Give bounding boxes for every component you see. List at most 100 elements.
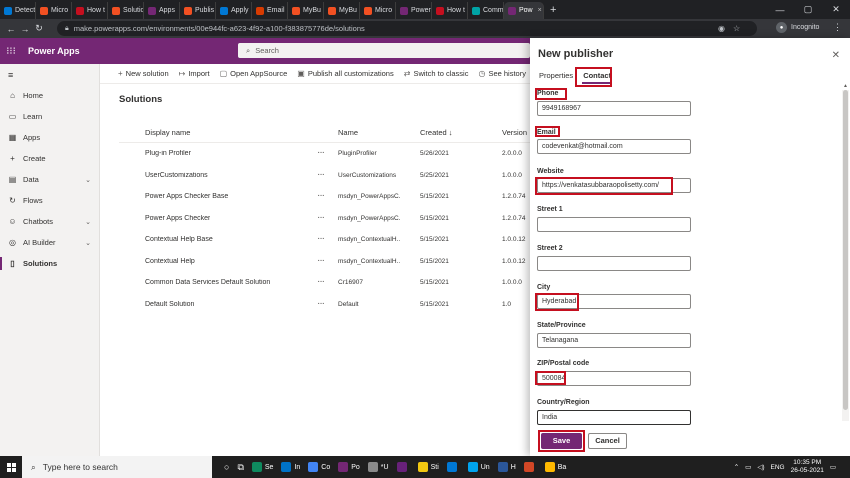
command-open-appsource[interactable]: ▢ Open AppSource xyxy=(220,69,288,78)
cortana-icon[interactable]: ○ xyxy=(220,456,233,478)
more-options-icon[interactable]: ··· xyxy=(317,298,324,309)
browser-menu-icon[interactable]: ⋮ xyxy=(833,22,842,33)
network-icon[interactable]: ▭ xyxy=(745,463,751,471)
chevron-down-icon[interactable]: ⌄ xyxy=(85,218,91,226)
taskbar-app[interactable] xyxy=(443,456,464,478)
taskbar-search-input[interactable]: ⌕ Type here to search xyxy=(22,456,212,478)
bookmark-star-icon[interactable]: ☆ xyxy=(733,24,740,33)
chevron-down-icon[interactable]: ⌄ xyxy=(85,239,91,247)
tray-chevron-icon[interactable]: ⌃ xyxy=(734,463,739,471)
nav-item-data[interactable]: ▤ Data ⌄ xyxy=(0,169,99,190)
more-options-icon[interactable]: ··· xyxy=(317,147,324,158)
more-options-icon[interactable]: ··· xyxy=(317,169,324,180)
table-row[interactable]: Default Solution ··· Default 5/15/2021 1.0 xyxy=(100,294,530,315)
taskbar-app[interactable]: In xyxy=(277,456,304,478)
browser-tab[interactable]: Power× xyxy=(396,2,432,19)
browser-tab[interactable]: Publis× xyxy=(180,2,216,19)
solution-display-name[interactable]: Common Data Services Default Solution xyxy=(145,279,270,286)
reload-icon[interactable]: ↻ xyxy=(32,23,46,34)
more-options-icon[interactable]: ··· xyxy=(317,190,324,201)
chevron-down-icon[interactable]: ⌄ xyxy=(85,176,91,184)
solution-display-name[interactable]: Plug-in Profiler xyxy=(145,150,191,157)
nav-item-home[interactable]: ⌂ Home xyxy=(0,85,99,106)
forward-icon[interactable]: → xyxy=(18,24,32,34)
street2-field[interactable] xyxy=(537,256,691,271)
app-launcher-icon[interactable]: ⁝⁝⁝ xyxy=(0,46,22,57)
eye-off-icon[interactable]: ◉ xyxy=(718,24,725,33)
nav-item-create[interactable]: + Create xyxy=(0,148,99,169)
new-tab-button[interactable]: + xyxy=(544,4,562,16)
solution-display-name[interactable]: Default Solution xyxy=(145,301,194,308)
solution-display-name[interactable]: Power Apps Checker Base xyxy=(145,193,228,200)
scroll-up-icon[interactable]: ▲ xyxy=(842,83,849,89)
maximize-icon[interactable]: ▢ xyxy=(794,4,822,15)
back-icon[interactable]: ← xyxy=(4,24,18,34)
command-publish-all-customizations[interactable]: ▣ Publish all customizations xyxy=(297,69,393,78)
table-row[interactable]: Power Apps Checker ··· msdyn_PowerAppsC...… xyxy=(100,208,530,229)
table-row[interactable]: Power Apps Checker Base ··· msdyn_PowerApp… xyxy=(100,186,530,207)
close-icon[interactable]: ✕ xyxy=(832,50,840,61)
nav-item-flows[interactable]: ↻ Flows xyxy=(0,190,99,211)
table-row[interactable]: Contextual Help Base ··· msdyn_ContextualH… xyxy=(100,229,530,250)
nav-item-ai-builder[interactable]: ◎ AI Builder ⌄ xyxy=(0,232,99,253)
phone-field[interactable]: 9949168967 xyxy=(537,101,691,116)
url-input[interactable]: 🔒︎ make.powerapps.com/environments/00e94… xyxy=(57,21,757,36)
table-row[interactable]: Common Data Services Default Solution ···… xyxy=(100,272,530,293)
solution-display-name[interactable]: Contextual Help xyxy=(145,258,195,265)
solution-display-name[interactable]: Contextual Help Base xyxy=(145,236,213,243)
nav-item-apps[interactable]: ▦ Apps xyxy=(0,127,99,148)
browser-tab[interactable]: Email× xyxy=(252,2,288,19)
command-new-solution[interactable]: + New solution xyxy=(118,69,169,78)
minimize-icon[interactable]: — xyxy=(766,5,794,15)
hamburger-icon[interactable]: ≡ xyxy=(0,64,99,85)
scroll-thumb[interactable] xyxy=(843,90,848,410)
browser-tab[interactable]: Micro× xyxy=(36,2,72,19)
notification-icon[interactable]: ▭ xyxy=(830,463,836,471)
taskbar-app[interactable] xyxy=(520,456,541,478)
close-window-icon[interactable]: ✕ xyxy=(822,4,850,15)
command-switch-to-classic[interactable]: ⇄ Switch to classic xyxy=(404,69,469,78)
taskbar-app[interactable]: Se xyxy=(248,456,278,478)
app-name[interactable]: Power Apps xyxy=(28,46,80,56)
browser-tab[interactable]: Solutio× xyxy=(108,2,144,19)
table-row[interactable]: Contextual Help ··· msdyn_ContextualH... 5/… xyxy=(100,251,530,272)
more-options-icon[interactable]: ··· xyxy=(317,212,324,223)
country-field[interactable]: India xyxy=(537,410,691,425)
taskbar-app[interactable]: Co xyxy=(304,456,334,478)
browser-tab[interactable]: Detect× xyxy=(0,2,36,19)
nav-item-solutions[interactable]: ▯ Solutions xyxy=(0,253,99,274)
browser-tab[interactable]: MyBu× xyxy=(288,2,324,19)
tab-properties[interactable]: Properties xyxy=(538,71,574,84)
taskbar-app[interactable]: Ba xyxy=(541,456,571,478)
taskbar-app[interactable]: Un xyxy=(464,456,494,478)
solution-display-name[interactable]: Power Apps Checker xyxy=(145,215,210,222)
taskbar-app[interactable]: *U xyxy=(364,456,393,478)
taskbar-app[interactable]: Sti xyxy=(414,456,443,478)
task-view-icon[interactable]: ⧉ xyxy=(233,456,247,478)
start-button[interactable] xyxy=(0,462,22,472)
volume-icon[interactable]: ◁) xyxy=(757,463,764,471)
browser-tab[interactable]: Apply× xyxy=(216,2,252,19)
cancel-button[interactable]: Cancel xyxy=(588,433,627,449)
email-field[interactable]: codevenkat@hotmail.com xyxy=(537,139,691,154)
incognito-badge[interactable]: ● Incognito xyxy=(776,22,819,33)
browser-tab[interactable]: Apps× xyxy=(144,2,180,19)
more-options-icon[interactable]: ··· xyxy=(317,276,324,287)
command-see-history[interactable]: ◷ See history xyxy=(478,69,526,78)
tab-close-icon[interactable]: × xyxy=(538,7,542,14)
more-options-icon[interactable]: ··· xyxy=(317,255,324,266)
command-import[interactable]: ↦ Import xyxy=(179,69,210,78)
nav-item-learn[interactable]: ▭ Learn xyxy=(0,106,99,127)
browser-tab[interactable]: MyBu× xyxy=(324,2,360,19)
taskbar-app[interactable]: Po xyxy=(334,456,364,478)
street1-field[interactable] xyxy=(537,217,691,232)
state-field[interactable]: Telanagana xyxy=(537,333,691,348)
clock[interactable]: 10:35 PM 26-05-2021 xyxy=(791,459,824,475)
language-indicator[interactable]: ENG xyxy=(771,464,785,471)
browser-tab[interactable]: How t× xyxy=(432,2,468,19)
browser-tab[interactable]: Pow × xyxy=(504,2,544,19)
browser-tab[interactable]: Micro× xyxy=(360,2,396,19)
panel-scrollbar[interactable]: ▲ xyxy=(842,83,849,421)
taskbar-app[interactable] xyxy=(393,456,414,478)
table-row[interactable]: UserCustomizations ··· UserCustomizations 5… xyxy=(100,165,530,186)
